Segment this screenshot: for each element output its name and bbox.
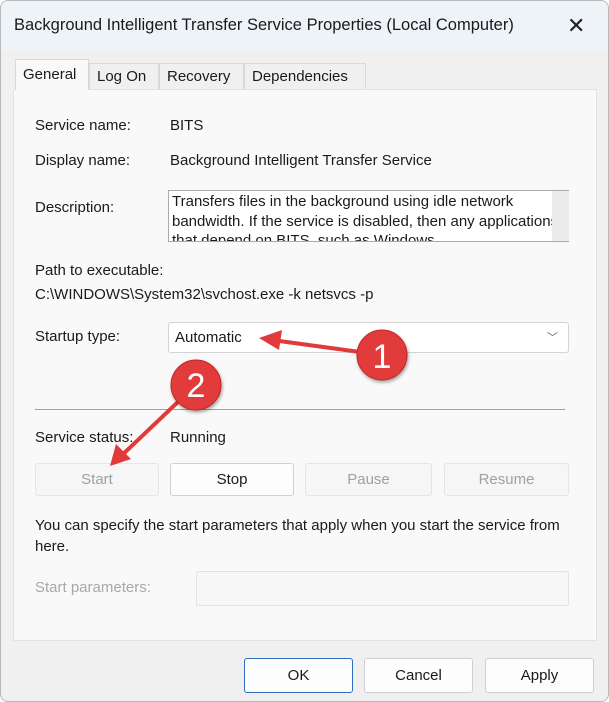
description-textbox[interactable]: Transfers files in the background using …: [168, 190, 569, 242]
resume-button[interactable]: Resume: [444, 463, 569, 496]
pause-button[interactable]: Pause: [305, 463, 432, 496]
display-name-value: Background Intelligent Transfer Service: [170, 152, 432, 169]
general-panel: [13, 89, 597, 641]
tab-general[interactable]: General: [15, 59, 89, 90]
window-title: Background Intelligent Transfer Service …: [14, 16, 514, 34]
title-bar: Background Intelligent Transfer Service …: [1, 1, 608, 51]
start-params-label: Start parameters:: [35, 579, 151, 596]
description-text: Transfers files in the background using …: [172, 193, 559, 242]
cancel-button[interactable]: Cancel: [364, 658, 473, 693]
start-params-input[interactable]: [196, 571, 569, 606]
start-button[interactable]: Start: [35, 463, 159, 496]
start-params-hint: You can specify the start parameters tha…: [35, 517, 560, 555]
service-status-value: Running: [170, 429, 226, 446]
divider: [35, 409, 565, 410]
startup-type-label: Startup type:: [35, 328, 121, 345]
apply-button[interactable]: Apply: [485, 658, 594, 693]
ok-button[interactable]: OK: [244, 658, 353, 693]
service-status-label: Service status:: [35, 429, 134, 446]
chevron-down-icon: ﹀: [547, 332, 558, 344]
tab-dependencies[interactable]: Dependencies: [244, 63, 366, 90]
path-value: C:\WINDOWS\System32\svchost.exe -k netsv…: [35, 286, 374, 303]
tab-log-on[interactable]: Log On: [89, 63, 159, 90]
properties-dialog: Background Intelligent Transfer Service …: [0, 0, 609, 702]
startup-type-dropdown[interactable]: Automatic ﹀: [168, 322, 569, 353]
tab-recovery[interactable]: Recovery: [159, 63, 244, 90]
startup-type-value: Automatic: [175, 329, 242, 346]
path-label: Path to executable:: [35, 262, 164, 279]
close-icon[interactable]: ✕: [567, 13, 585, 39]
service-name-value: BITS: [170, 117, 204, 134]
stop-button[interactable]: Stop: [170, 463, 294, 496]
service-name-label: Service name:: [35, 117, 131, 134]
description-scrollbar[interactable]: [552, 191, 569, 241]
display-name-label: Display name:: [35, 152, 131, 169]
description-label: Description:: [35, 199, 115, 216]
